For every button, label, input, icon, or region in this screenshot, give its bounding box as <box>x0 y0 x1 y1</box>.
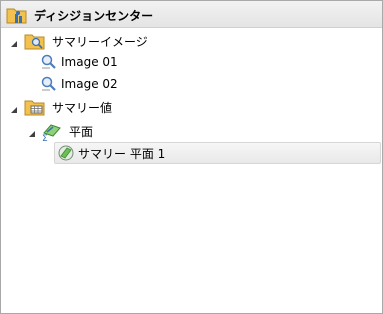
tree-node-image-02[interactable]: Image 02 <box>1 74 382 96</box>
expanded-triangle-icon[interactable] <box>10 103 18 113</box>
expanded-triangle-icon[interactable] <box>10 37 18 47</box>
tree-node-summary-plane-1[interactable]: サマリー 平面 1 <box>54 142 381 164</box>
tree-node-summary-image[interactable]: サマリーイメージ <box>1 30 382 52</box>
tree-node-summary-value[interactable]: サマリー値 <box>1 96 382 118</box>
decision-center-title: ディシジョンセンター <box>34 9 154 23</box>
plane-icon <box>57 144 75 165</box>
image-magnifier-icon <box>40 53 58 74</box>
decision-center-header: ディシジョンセンター <box>1 1 382 28</box>
tree-node-label: 平面 <box>69 125 94 139</box>
tree-node-label: Image 01 <box>61 55 118 69</box>
svg-text:Σ: Σ <box>42 134 48 141</box>
tree-node-image-01[interactable]: Image 01 <box>1 52 382 74</box>
expanded-triangle-icon[interactable] <box>28 127 36 137</box>
decision-center-panel: ディシジョンセンター サマリーイメージ Image 01 Image 02 サマ… <box>0 0 383 314</box>
tree-node-label: Image 02 <box>61 77 118 91</box>
sum-plane-icon: Σ <box>41 121 63 144</box>
tree-node-label: サマリー値 <box>52 101 113 115</box>
tree-node-label: サマリー 平面 1 <box>78 147 166 161</box>
summary-value-folder-icon <box>24 97 46 120</box>
summary-image-folder-icon <box>24 31 46 54</box>
tree-node-plane[interactable]: Σ 平面 <box>1 120 382 144</box>
tree-node-label: サマリーイメージ <box>52 35 148 49</box>
decision-center-folder-icon <box>6 5 28 28</box>
image-magnifier-icon <box>40 75 58 96</box>
